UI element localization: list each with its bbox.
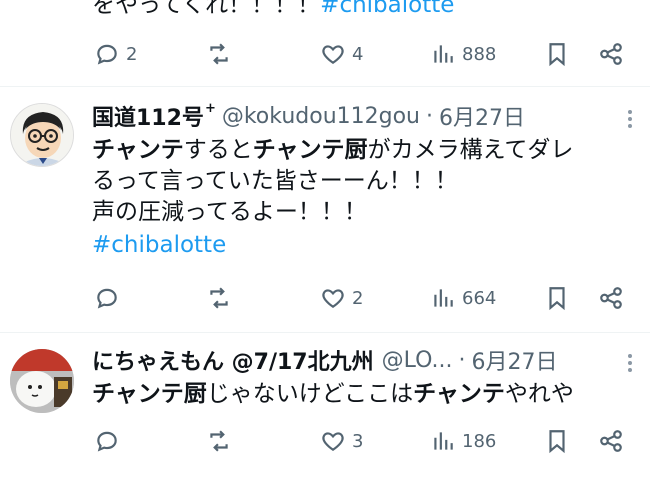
like-icon bbox=[322, 289, 344, 308]
tweet-text-line: チャンテするとチャンテ厨がカメラ構えてダレ bbox=[92, 137, 574, 163]
share-button[interactable] bbox=[598, 39, 624, 69]
share-icon bbox=[600, 430, 622, 452]
like-button[interactable]: 3 bbox=[320, 426, 363, 456]
tweet-header: にちゃえもん @7/17北九州 @LO... · 6月27日 bbox=[92, 344, 558, 376]
reply-count: 2 bbox=[126, 43, 138, 65]
retweet-icon bbox=[210, 287, 228, 309]
user-handle[interactable]: @LO... bbox=[382, 348, 453, 373]
user-handle[interactable]: @kokudou112gou bbox=[222, 104, 420, 129]
tweet-nichaemon[interactable]: にちゃえもん @7/17北九州 @LO... · 6月27日 チャンテ厨じゃない… bbox=[0, 333, 650, 480]
tweet-actions: 2 664 bbox=[0, 283, 650, 313]
views-button[interactable]: 186 bbox=[430, 426, 496, 456]
tweet-kokudou112gou[interactable]: 国道112号 + @kokudou112gou · 6月27日 チャンテするとチ… bbox=[0, 87, 650, 332]
retweet-icon bbox=[210, 430, 228, 452]
tweet-top[interactable]: をやってくれ！！！！#chibalotte 2 4 888 bbox=[0, 0, 650, 86]
tweet-text: チャンテするとチャンテ厨がカメラ構えてダレ るって言っていた皆さーーん！！！ 声… bbox=[92, 135, 642, 261]
bookmark-button[interactable] bbox=[544, 39, 570, 69]
reply-icon bbox=[97, 288, 117, 309]
display-name[interactable]: にちゃえもん @7/17北九州 bbox=[92, 344, 374, 376]
share-button[interactable] bbox=[598, 426, 624, 456]
bookmark-icon bbox=[549, 43, 565, 67]
tweet-actions: 2 4 888 bbox=[0, 39, 650, 69]
retweet-button[interactable] bbox=[206, 426, 232, 456]
bookmark-icon bbox=[549, 430, 565, 454]
more-icon[interactable] bbox=[628, 351, 634, 375]
retweet-icon bbox=[210, 43, 228, 65]
avatar[interactable] bbox=[10, 103, 74, 167]
bookmark-button[interactable] bbox=[544, 283, 570, 313]
bookmark-button[interactable] bbox=[544, 426, 570, 456]
display-name[interactable]: 国道112号 bbox=[92, 100, 204, 132]
views-icon bbox=[434, 289, 453, 307]
like-button[interactable]: 4 bbox=[320, 39, 363, 69]
tweet-text: チャンテ厨じゃないけどここはチャンテやれや bbox=[92, 379, 642, 410]
share-icon bbox=[600, 287, 622, 309]
like-count: 2 bbox=[352, 287, 364, 309]
display-name-badge: + bbox=[204, 100, 216, 116]
tweet-date[interactable]: 6月27日 bbox=[472, 344, 558, 376]
tweet-date[interactable]: 6月27日 bbox=[439, 100, 525, 132]
view-count: 186 bbox=[462, 430, 497, 452]
views-button[interactable]: 664 bbox=[430, 283, 496, 313]
cartoon-face-avatar-image bbox=[11, 104, 73, 166]
reply-icon bbox=[97, 44, 117, 65]
like-count: 4 bbox=[352, 43, 364, 65]
reply-button[interactable] bbox=[94, 426, 120, 456]
reply-icon bbox=[97, 431, 117, 452]
separator-dot: · bbox=[426, 103, 433, 129]
like-icon bbox=[322, 45, 344, 64]
bookmark-icon bbox=[549, 287, 565, 311]
reply-button[interactable]: 2 bbox=[94, 39, 137, 69]
more-icon[interactable] bbox=[628, 107, 634, 131]
tweet-text-line: るって言っていた皆さーーん！！！ bbox=[92, 168, 458, 194]
hashtag-link[interactable]: #chibalotte bbox=[92, 230, 642, 261]
tweet-text-line: をやってくれ！！！！ bbox=[92, 0, 321, 18]
share-icon bbox=[600, 43, 622, 65]
reply-button[interactable] bbox=[94, 283, 120, 313]
like-count: 3 bbox=[352, 430, 364, 452]
tweet-text-line: 声の圧減ってるよー！！！ bbox=[92, 199, 367, 225]
hashtag-link[interactable]: #chibalotte bbox=[320, 0, 454, 18]
tweet-header: 国道112号 + @kokudou112gou · 6月27日 bbox=[92, 100, 525, 132]
share-button[interactable] bbox=[598, 283, 624, 313]
retweet-button[interactable] bbox=[206, 283, 232, 313]
retweet-button[interactable] bbox=[206, 39, 232, 69]
like-icon bbox=[322, 432, 344, 451]
avatar[interactable] bbox=[10, 349, 74, 413]
plush-mascot-avatar-image bbox=[10, 349, 74, 413]
tweet-text-line: チャンテ厨じゃないけどここはチャンテやれや bbox=[92, 381, 574, 407]
tweet-actions: 3 186 bbox=[0, 426, 650, 456]
views-button[interactable]: 888 bbox=[430, 39, 496, 69]
tweet-text: をやってくれ！！！！#chibalotte bbox=[92, 0, 642, 21]
view-count: 664 bbox=[462, 287, 497, 309]
views-icon bbox=[434, 432, 453, 450]
view-count: 888 bbox=[462, 43, 497, 65]
separator-dot: · bbox=[458, 347, 466, 373]
views-icon bbox=[434, 45, 453, 63]
like-button[interactable]: 2 bbox=[320, 283, 363, 313]
